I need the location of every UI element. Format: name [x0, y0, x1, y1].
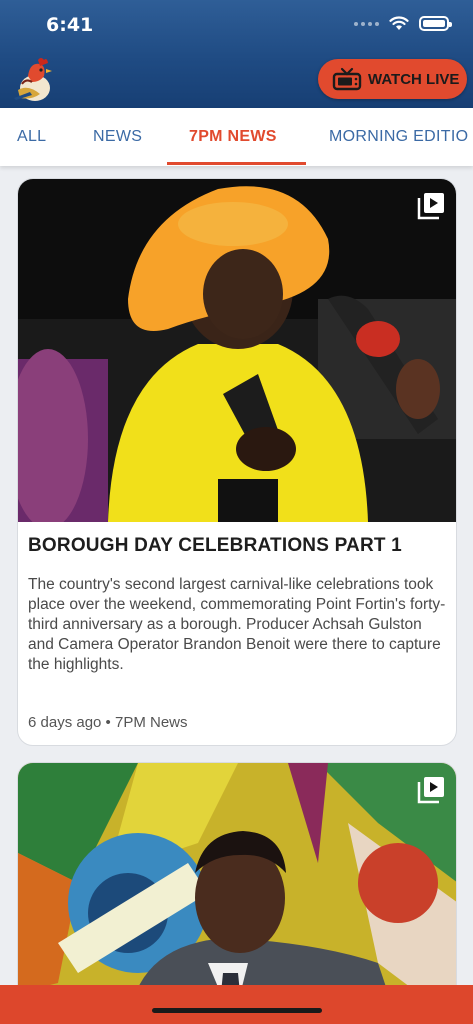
category-tabs: ALL NEWS 7PM NEWS MORNING EDITIO	[0, 108, 473, 166]
status-icons	[354, 16, 452, 31]
home-indicator[interactable]	[152, 1008, 322, 1013]
video-playlist-icon	[417, 193, 444, 220]
thumbnail-image	[18, 763, 456, 1021]
tab-all[interactable]: ALL	[17, 108, 46, 166]
news-card[interactable]: BOROUGH DAY CELEBRATIONS PART 1 The coun…	[17, 178, 457, 746]
rooster-logo-icon[interactable]	[10, 54, 58, 104]
thumbnail-image	[18, 179, 456, 522]
app-header: 6:41 WATCH LIVE	[0, 0, 473, 108]
tv-icon	[332, 67, 362, 91]
battery-icon	[419, 16, 452, 31]
tab-7pm-news[interactable]: 7PM NEWS	[189, 108, 277, 166]
news-card-title[interactable]: BOROUGH DAY CELEBRATIONS PART 1	[28, 535, 402, 557]
status-time: 6:41	[46, 14, 94, 36]
news-card-meta: 6 days ago • 7PM News	[28, 714, 188, 731]
news-card-description: The country's second largest carnival-li…	[28, 576, 446, 673]
news-card[interactable]	[17, 762, 457, 1022]
news-card-thumbnail[interactable]	[18, 179, 456, 522]
signal-icon	[354, 21, 379, 26]
watch-live-label: WATCH LIVE	[368, 70, 460, 88]
video-playlist-icon	[417, 777, 444, 804]
wifi-icon	[389, 16, 409, 30]
active-tab-indicator	[167, 162, 306, 165]
news-card-thumbnail[interactable]	[18, 763, 456, 1021]
tab-news[interactable]: NEWS	[93, 108, 142, 166]
bottom-bar	[0, 985, 473, 1024]
watch-live-button[interactable]: WATCH LIVE	[318, 59, 467, 99]
tab-morning-edition[interactable]: MORNING EDITIO	[329, 108, 468, 166]
status-bar: 6:41	[0, 0, 473, 50]
